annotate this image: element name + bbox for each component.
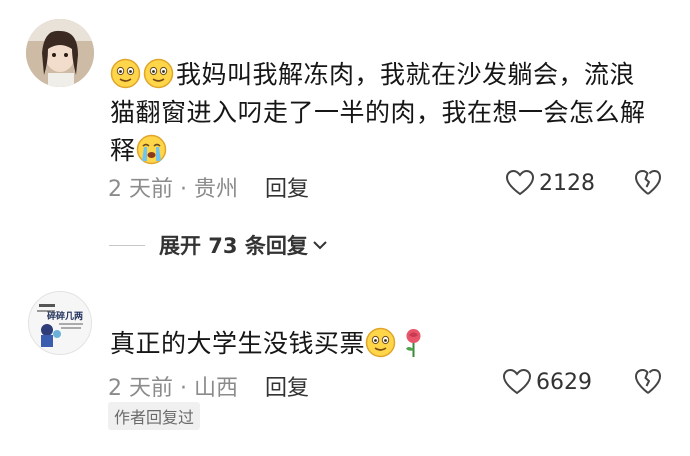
expand-replies-button[interactable]: 展开 73 条回复 bbox=[109, 230, 328, 260]
dislike-button[interactable] bbox=[634, 169, 662, 201]
comment-text: 真正的大学生没钱买票 bbox=[110, 329, 366, 358]
commenter-avatar[interactable] bbox=[26, 19, 94, 87]
crying-emoji-icon bbox=[136, 134, 167, 165]
avatar-logo: 碎碎几两 bbox=[29, 292, 91, 354]
broken-heart-icon bbox=[635, 369, 661, 394]
rose-emoji-icon bbox=[398, 327, 429, 358]
reply-button[interactable]: 回复 bbox=[265, 171, 309, 203]
like-button[interactable]: 6629 bbox=[502, 368, 592, 396]
dislike-button[interactable] bbox=[634, 368, 662, 400]
like-count: 2128 bbox=[539, 170, 595, 196]
expand-replies-label: 展开 73 条回复 bbox=[159, 234, 308, 258]
commenter-avatar[interactable]: 碎碎几两 bbox=[28, 291, 92, 355]
broken-heart-icon bbox=[635, 170, 661, 195]
smiling-emoji-icon bbox=[143, 58, 174, 89]
reply-button[interactable]: 回复 bbox=[265, 370, 309, 402]
author-replied-badge: 作者回复过 bbox=[108, 402, 201, 430]
comment-text: 我妈叫我解冻肉，我就在沙发躺会，流浪猫翻窗进入叼走了一半的肉，我在想一会怎么解释 bbox=[110, 60, 646, 165]
like-button[interactable]: 2128 bbox=[505, 169, 595, 197]
like-count: 6629 bbox=[536, 369, 592, 395]
heart-outline-icon bbox=[505, 169, 535, 196]
avatar-logo-text: 碎碎几两 bbox=[47, 310, 83, 322]
avatar-photo bbox=[26, 19, 94, 87]
comment-meta: 2 天前 · 山西 bbox=[108, 376, 238, 401]
divider bbox=[109, 244, 145, 246]
comment-meta: 2 天前 · 贵州 bbox=[108, 177, 238, 202]
smiling-emoji-icon bbox=[365, 327, 396, 358]
comment-body: 真正的大学生没钱买票 bbox=[110, 325, 670, 363]
comment-body: 我妈叫我解冻肉，我就在沙发躺会，流浪猫翻窗进入叼走了一半的肉，我在想一会怎么解释 bbox=[110, 56, 660, 170]
heart-outline-icon bbox=[502, 368, 532, 395]
smiling-emoji-icon bbox=[110, 58, 141, 89]
chevron-down-icon bbox=[313, 241, 327, 250]
